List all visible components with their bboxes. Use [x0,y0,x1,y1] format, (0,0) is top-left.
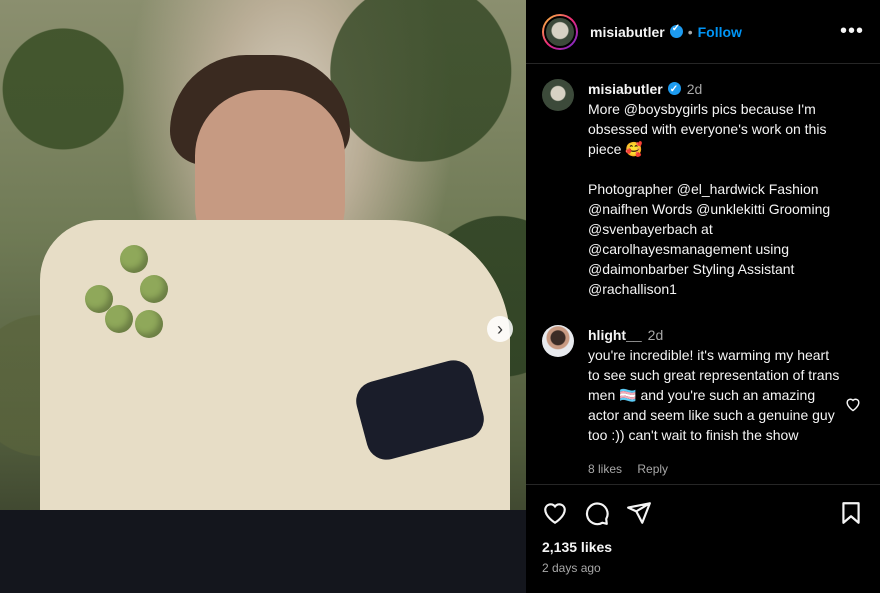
caption-text-line-1: More @boysbygirls pics because I'm obses… [588,101,827,157]
author-avatar[interactable] [542,13,578,50]
photo-apple [85,285,113,313]
post-header: misiabutler • Follow ••• [526,0,880,64]
caption-username[interactable]: misiabutler [588,81,663,97]
chevron-right-icon: › [497,319,503,339]
comment-reply-button[interactable]: Reply [637,462,668,476]
photo-pants [0,510,526,593]
post-actions: 2,135 likes 2 days ago [526,484,880,575]
caption-row: misiabutler 2d More @boysbygirls pics bec… [526,65,880,299]
save-bookmark-icon[interactable] [838,500,864,526]
caption-avatar[interactable] [542,79,574,111]
comment-like-heart-icon[interactable] [844,396,862,412]
comment-meta: 8 likes Reply [588,459,844,479]
comment-row: hlight__ 2d you're incredible! it's warmi… [526,299,880,479]
post-photo[interactable]: › [0,0,526,593]
photo-apple [120,245,148,273]
caption-text-line-2: Photographer @el_hardwick Fashion @naifh… [588,181,831,297]
photo-apple [105,305,133,333]
verified-badge-icon [667,80,681,100]
follow-button[interactable]: Follow [698,24,742,40]
next-image-button[interactable]: › [487,316,513,342]
more-options-icon[interactable]: ••• [840,20,864,43]
commenter-avatar[interactable] [542,325,574,357]
comment-bubble-icon[interactable] [584,500,610,526]
share-paper-plane-icon[interactable] [626,500,652,526]
separator-dot: • [687,23,693,40]
caption-time[interactable]: 2d [687,81,703,97]
comment-likes[interactable]: 8 likes [588,462,622,476]
comment-username[interactable]: hlight__ [588,327,642,343]
post-side-panel: misiabutler • Follow ••• misiabutler 2d M… [526,0,880,593]
comment-text: you're incredible! it's warming my heart… [588,347,840,443]
verified-badge-icon [669,23,683,38]
photo-apple [140,275,168,303]
comment-time[interactable]: 2d [648,327,664,343]
likes-count[interactable]: 2,135 likes [542,539,864,555]
comments-list[interactable]: misiabutler 2d More @boysbygirls pics bec… [526,65,880,485]
post-age[interactable]: 2 days ago [542,561,864,575]
like-heart-icon[interactable] [542,500,568,526]
photo-apple [135,310,163,338]
author-username[interactable]: misiabutler [590,24,665,40]
